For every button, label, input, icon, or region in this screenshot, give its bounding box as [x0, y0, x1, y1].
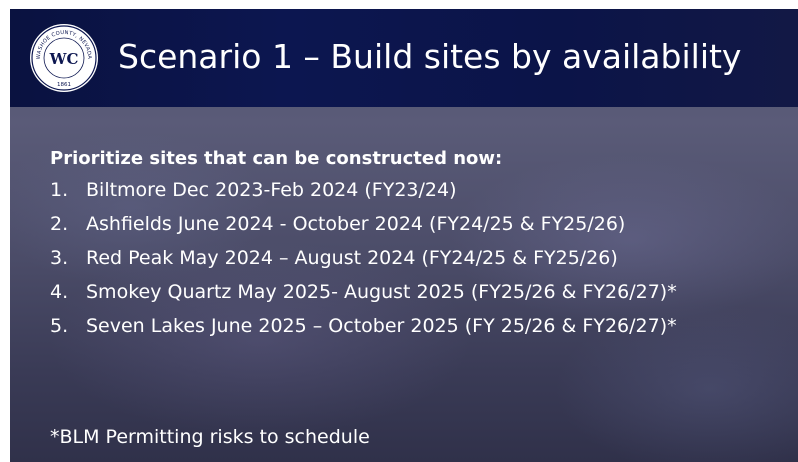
- site-priority-list: 1. Biltmore Dec 2023-Feb 2024 (FY23/24) 2…: [50, 173, 677, 343]
- list-item: 5. Seven Lakes June 2025 – October 2025 (…: [50, 309, 677, 343]
- header-band: WASHOE COUNTY, NEVADA WC 1861 Scenario 1…: [10, 9, 798, 107]
- list-item: 1. Biltmore Dec 2023-Feb 2024 (FY23/24): [50, 173, 677, 207]
- list-item: 2. Ashfields June 2024 - October 2024 (FY…: [50, 207, 677, 241]
- county-seal-logo: WASHOE COUNTY, NEVADA WC 1861: [30, 24, 98, 92]
- list-item: 4. Smokey Quartz May 2025- August 2025 (F…: [50, 275, 677, 309]
- footnote: *BLM Permitting risks to schedule: [50, 426, 370, 448]
- list-item-number: 2.: [50, 213, 69, 235]
- slide-content: Prioritize sites that can be constructed…: [50, 145, 677, 343]
- slide: WASHOE COUNTY, NEVADA WC 1861 Scenario 1…: [10, 9, 798, 462]
- list-item-number: 5.: [50, 315, 69, 337]
- seal-year: 1861: [57, 82, 71, 88]
- list-item-text: Red Peak May 2024 – August 2024 (FY24/25…: [86, 247, 618, 269]
- seal-monogram: WC: [49, 50, 79, 68]
- list-item-text: Biltmore Dec 2023-Feb 2024 (FY23/24): [86, 179, 457, 201]
- list-item-number: 4.: [50, 281, 69, 303]
- list-item-number: 3.: [50, 247, 69, 269]
- slide-title: Scenario 1 – Build sites by availability: [118, 37, 742, 76]
- list-item-text: Smokey Quartz May 2025- August 2025 (FY2…: [86, 281, 677, 303]
- list-item-text: Ashfields June 2024 - October 2024 (FY24…: [86, 213, 626, 235]
- list-item: 3. Red Peak May 2024 – August 2024 (FY24/…: [50, 241, 677, 275]
- list-item-text: Seven Lakes June 2025 – October 2025 (FY…: [86, 315, 677, 337]
- section-heading: Prioritize sites that can be constructed…: [50, 148, 503, 169]
- list-item-number: 1.: [50, 179, 69, 201]
